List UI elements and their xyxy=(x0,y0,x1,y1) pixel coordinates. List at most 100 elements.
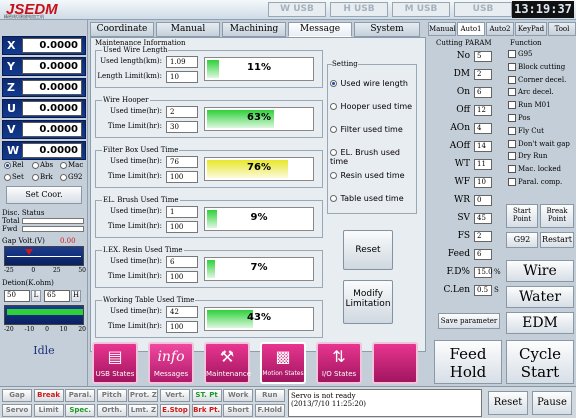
used-value-input[interactable]: 76 xyxy=(166,156,198,168)
cutting-param-row: On 6 xyxy=(432,86,502,100)
function-checkbox[interactable]: Run M01 xyxy=(508,101,551,110)
tile-label: I/O States xyxy=(321,370,357,378)
g92-button[interactable]: G92 xyxy=(506,232,538,248)
detion-high-input[interactable]: 65 xyxy=(44,290,70,302)
restart-button[interactable]: Restart xyxy=(540,232,574,248)
modify-limitation-button[interactable]: Modify Limitation xyxy=(343,280,393,324)
feed-hold-button[interactable]: Feed Hold xyxy=(434,340,502,384)
coord-brk-radio[interactable]: Brk xyxy=(32,173,53,181)
setting-option-radio[interactable]: Table used time xyxy=(330,194,404,203)
param-value-input[interactable]: 10 xyxy=(474,177,492,188)
param-value-input[interactable]: 11 xyxy=(474,159,492,170)
detion-low-input[interactable]: 50 xyxy=(4,290,30,302)
coord-abs-radio[interactable]: Abs xyxy=(32,161,53,169)
function-checkbox[interactable]: G95 xyxy=(508,50,533,58)
tab-auto2[interactable]: Auto2 xyxy=(486,22,514,36)
motion-states-tile[interactable]: ▩ Motion States xyxy=(260,342,306,384)
radio-label: Rel xyxy=(12,161,24,169)
edm-button[interactable]: EDM xyxy=(506,312,574,334)
used-value-input[interactable]: 6 xyxy=(166,256,198,268)
function-checkbox[interactable]: Fly Cut xyxy=(508,126,544,135)
param-value-input[interactable]: 6 xyxy=(474,87,492,98)
setting-option-radio[interactable]: Filter used time xyxy=(330,125,403,134)
limit-value-input[interactable]: 100 xyxy=(166,171,198,183)
function-checkbox[interactable]: Mac. locked xyxy=(508,165,561,174)
radio-dot xyxy=(330,126,337,133)
setting-option-radio[interactable]: Hooper used time xyxy=(330,102,412,111)
axis-v: V 0.0000 xyxy=(2,120,86,139)
detion-high-button[interactable]: H xyxy=(71,290,81,302)
scale-tick: -10 xyxy=(24,326,35,333)
coord-set-radio[interactable]: Set xyxy=(4,173,24,181)
coord-mac-radio[interactable]: Mac xyxy=(60,161,83,169)
cutting-param-row: WT 11 xyxy=(432,158,502,172)
status-reset-button[interactable]: Reset xyxy=(488,391,528,415)
tab-tool[interactable]: Tool xyxy=(548,22,576,36)
coord-g92-radio[interactable]: G92 xyxy=(60,173,83,181)
param-value-input[interactable]: 0 xyxy=(474,195,492,206)
messages-tile[interactable]: info Messages xyxy=(148,342,194,384)
axis-label: U xyxy=(7,102,16,115)
function-checkbox[interactable]: Don't wait gap xyxy=(508,139,570,148)
tab-machining[interactable]: Machining xyxy=(222,22,286,37)
function-checkbox[interactable]: Corner decel. xyxy=(508,75,566,84)
param-value-input[interactable]: 5 xyxy=(474,51,492,62)
used-value-input[interactable]: 1 xyxy=(166,206,198,218)
limit-value-input[interactable]: 100 xyxy=(166,321,198,333)
coord-rel-radio[interactable]: Rel xyxy=(4,161,24,169)
function-checkbox[interactable]: Dry Run xyxy=(508,152,547,161)
status-indicator: F.Hold xyxy=(254,404,285,417)
used-value-input[interactable]: 1.09 xyxy=(166,56,198,68)
radio-label: Mac xyxy=(68,161,84,169)
set-coor-button[interactable]: Set Coor. xyxy=(6,186,82,204)
limit-value-input[interactable]: 100 xyxy=(166,221,198,233)
detion-low-button[interactable]: L xyxy=(31,290,41,302)
cutting-param-row: Feed 6 xyxy=(432,248,502,262)
used-value-input[interactable]: 42 xyxy=(166,306,198,318)
cycle-start-button[interactable]: Cycle Start xyxy=(506,340,574,384)
tab-keypad[interactable]: KeyPad xyxy=(515,22,547,36)
reset-button[interactable]: Reset xyxy=(343,230,393,270)
param-value-input[interactable]: 12 xyxy=(474,105,492,116)
usb-states-tile[interactable]: ▤ USB States xyxy=(92,342,138,384)
limit-value-input[interactable]: 100 xyxy=(166,271,198,283)
function-checkbox[interactable]: Block cutting xyxy=(508,62,565,71)
param-value-input[interactable]: 45 xyxy=(474,213,492,224)
param-value-input[interactable]: 6 xyxy=(474,249,492,260)
save-parameter-button[interactable]: Save parameter xyxy=(438,313,500,329)
param-value-input[interactable]: 14 xyxy=(474,141,492,152)
function-checkbox[interactable]: Paral. comp. xyxy=(508,178,562,186)
param-value-input[interactable]: 15.0 xyxy=(474,267,493,278)
start-point-button[interactable]: Start Point xyxy=(506,204,538,228)
param-value-input[interactable]: 2 xyxy=(474,69,492,80)
tab-manual[interactable]: Manual xyxy=(156,22,220,37)
setting-option-radio[interactable]: Used wire length xyxy=(330,79,408,88)
param-value-input[interactable]: 4 xyxy=(474,123,492,134)
axis-value: 0.0000 xyxy=(22,143,82,158)
water-button[interactable]: Water xyxy=(506,286,574,308)
wire-button[interactable]: Wire xyxy=(506,260,574,282)
tab-message[interactable]: Message xyxy=(288,22,352,37)
tab-system[interactable]: System xyxy=(354,22,420,37)
maintenance-group: Filter Box Used Time Used time(hr): 76 Time… xyxy=(95,146,323,188)
setting-option-radio[interactable]: Resin used time xyxy=(330,171,405,180)
limit-value-input[interactable]: 10 xyxy=(166,71,198,83)
io-states-tile[interactable]: ⇅ I/O States xyxy=(316,342,362,384)
function-checkbox[interactable]: Arc decel. xyxy=(508,88,554,97)
checkbox-box xyxy=(508,88,516,97)
param-value-input[interactable]: 2 xyxy=(474,231,492,242)
setting-option-radio[interactable]: EL. Brush used time xyxy=(330,148,416,166)
status-pause-button[interactable]: Pause xyxy=(532,391,572,415)
break-point-button[interactable]: Break Point xyxy=(540,204,574,228)
used-value-input[interactable]: 2 xyxy=(166,106,198,118)
tab-auto1[interactable]: Auto1 xyxy=(457,22,485,36)
function-checkbox[interactable]: Pos xyxy=(508,114,530,122)
extra-tile[interactable] xyxy=(372,342,418,384)
group-title: EL. Brush Used Time xyxy=(102,196,180,204)
maintenance-tile[interactable]: ⚒ Maintenance xyxy=(204,342,251,384)
limit-value-input[interactable]: 30 xyxy=(166,121,198,133)
param-value-input[interactable]: 0.5 xyxy=(474,285,492,296)
usb-icon: ▤ xyxy=(107,347,123,366)
tab-coordinate[interactable]: Coordinate xyxy=(90,22,154,37)
tab-manual-right[interactable]: Manual xyxy=(428,22,456,36)
